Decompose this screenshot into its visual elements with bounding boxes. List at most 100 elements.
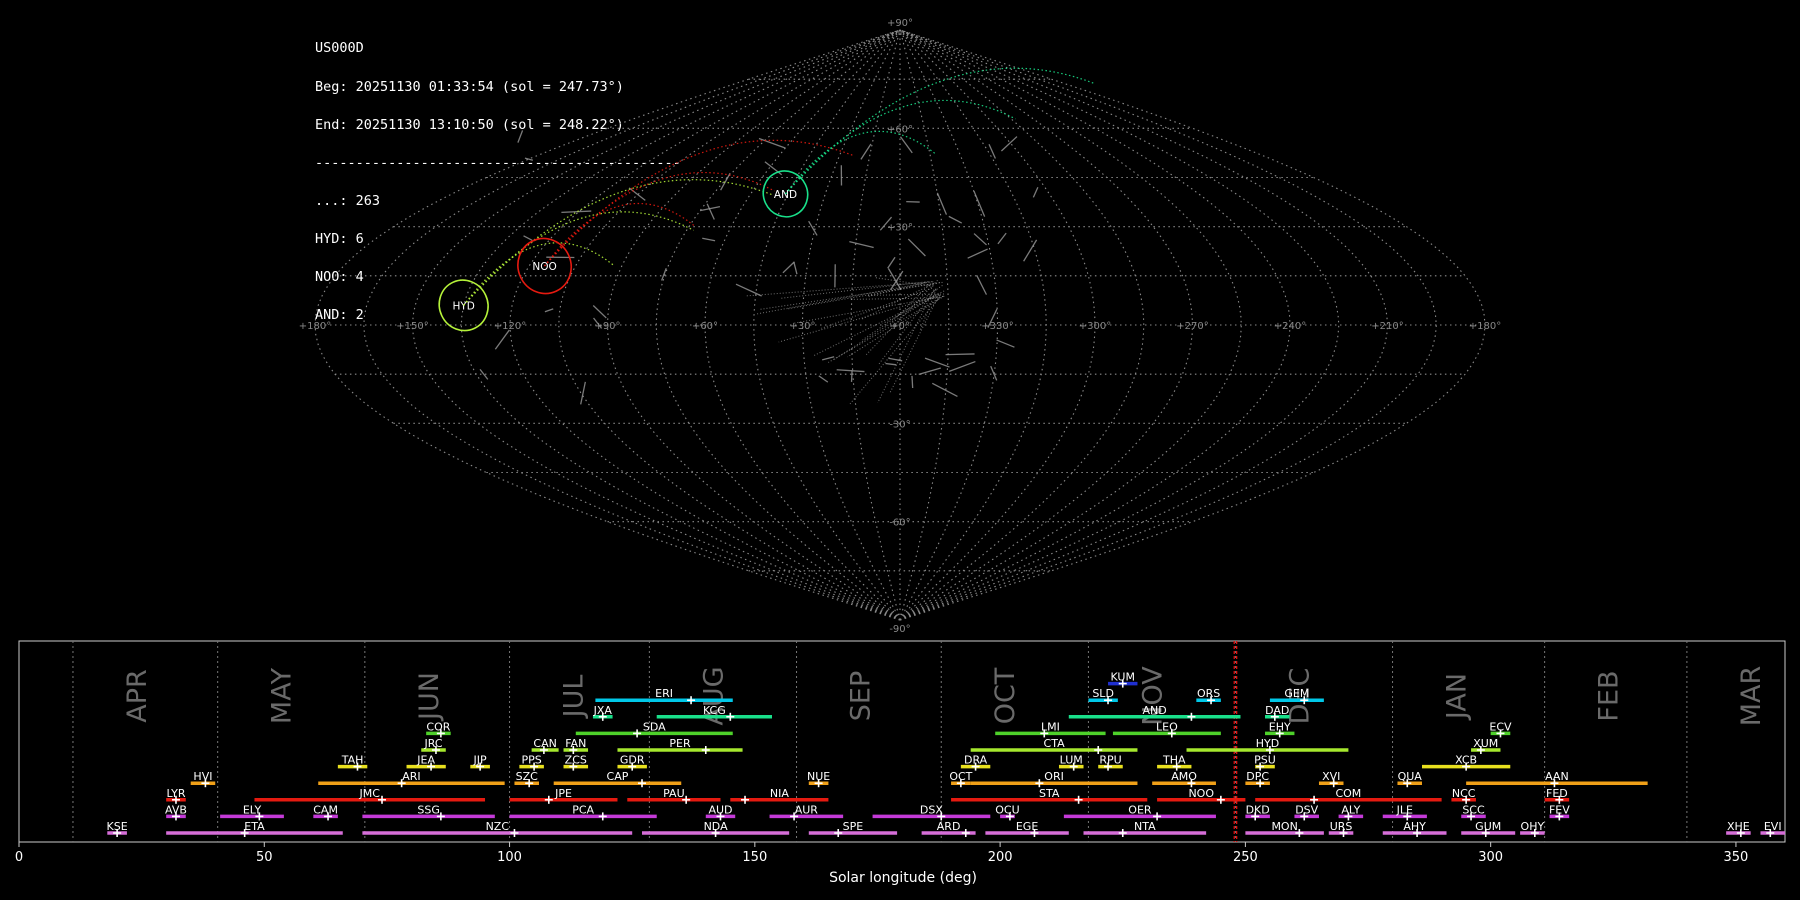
sporadic-meteor-streak xyxy=(945,353,975,356)
sporadic-meteor-streak xyxy=(821,356,835,361)
lon-tick-label: +90° xyxy=(594,321,620,332)
shower-code-label: ORI xyxy=(1044,770,1064,783)
x-axis-tick-label: 200 xyxy=(988,850,1013,865)
sporadic-meteor-streak xyxy=(860,143,872,160)
month-label: MAY xyxy=(267,667,298,724)
shower-code-label: CAP xyxy=(607,770,629,783)
month-markers: APR MAY JUN JUL AUG SEP OCT NOV DEC JAN FEB MAR xyxy=(72,641,1767,842)
sporadic-meteor-trail xyxy=(828,295,944,363)
sporadic-meteor-streak xyxy=(931,382,958,397)
shower-code-label: AUD xyxy=(708,803,732,816)
lon-tick-label: +150° xyxy=(396,321,428,332)
sporadic-meteor-streak xyxy=(706,203,715,220)
shower-code-label: JPE xyxy=(554,787,572,800)
lon-tick-labels: +180° +150° +120° +90° +60° +30° +0° +330° +300°… xyxy=(299,321,1501,332)
shower-code-label: RPU xyxy=(1099,754,1121,767)
sporadic-meteor-streak xyxy=(907,238,926,257)
sporadic-meteor-streak xyxy=(702,237,716,242)
sporadic-meteor-streak xyxy=(1032,186,1039,198)
shower-code-label: PAU xyxy=(663,787,685,800)
shower-code-label: AAN xyxy=(1545,770,1569,783)
shower-code-label: CTA xyxy=(1044,737,1066,750)
shower-code-label: FAN xyxy=(565,737,586,750)
shower-code-label: AMO xyxy=(1171,770,1197,783)
shower-code-label: AHY xyxy=(1403,820,1426,833)
shower-code-label: JXA xyxy=(593,704,613,717)
shower-code-label: ZCS xyxy=(565,754,587,767)
lon-tick-label: +180° xyxy=(299,321,331,332)
lon-tick-label: +120° xyxy=(494,321,526,332)
lat-tick-label: -30° xyxy=(889,419,910,430)
shower-radiant-label: AND xyxy=(774,189,797,201)
shower-meteor-trail xyxy=(544,171,775,267)
sporadic-meteor-trail xyxy=(847,295,945,358)
x-axis-tick-label: 250 xyxy=(1233,850,1258,865)
sporadic-meteor-streak xyxy=(661,268,667,281)
month-label: JUN xyxy=(414,672,445,722)
shower-code-label: NIA xyxy=(770,787,789,800)
shower-code-label: PSU xyxy=(1254,754,1276,767)
shower-code-label: SPE xyxy=(843,820,864,833)
sporadic-meteor-streak xyxy=(887,268,902,290)
x-axis-tick-label: 100 xyxy=(497,850,522,865)
lon-tick-label: +240° xyxy=(1274,321,1306,332)
shower-code-label: CAM xyxy=(313,803,338,816)
shower-code-label: JEA xyxy=(416,754,435,767)
sporadic-meteor-streak xyxy=(967,248,988,259)
month-label: FEB xyxy=(1594,670,1625,721)
shower-code-label: NTA xyxy=(1134,820,1156,833)
shower-code-label: DRA xyxy=(964,754,988,767)
shower-code-label: COR xyxy=(426,720,450,733)
sporadic-meteor-streak xyxy=(808,220,818,236)
shower-code-label: TAH xyxy=(341,754,364,767)
shower-code-label: DAD xyxy=(1265,704,1289,717)
shower-code-label: JJP xyxy=(473,754,487,767)
sporadic-meteor-streak xyxy=(890,270,904,290)
sporadic-meteor-streak xyxy=(850,370,853,382)
sporadic-meteor-trail xyxy=(849,297,940,405)
lat-tick-label: +60° xyxy=(887,124,913,135)
sporadic-meteor-streak xyxy=(899,136,913,154)
shower-code-label: XVI xyxy=(1322,770,1340,783)
lat-tick-label: +90° xyxy=(887,18,913,29)
month-label: OCT xyxy=(990,667,1021,724)
shower-bars: KUM ERI SLD ORS GEM JXA KCG AND DAD COR SDA LMI LEO E… xyxy=(107,671,1785,837)
shower-code-label: LUM xyxy=(1060,754,1083,767)
shower-code-label: COM xyxy=(1335,787,1361,800)
sporadic-meteor-streak xyxy=(918,367,941,376)
shower-code-label: GEM xyxy=(1284,687,1309,700)
shower-code-label: HYD xyxy=(1256,737,1279,750)
shower-code-label: DPC xyxy=(1246,770,1269,783)
shower-meteor-trail xyxy=(784,130,936,195)
x-axis-tick-label: 150 xyxy=(742,850,767,865)
shower-code-label: SDA xyxy=(643,720,666,733)
sporadic-meteor-streak xyxy=(628,187,646,201)
shower-code-label: OER xyxy=(1128,803,1152,816)
shower-code-label: KSE xyxy=(107,820,128,833)
x-axis: 0 50 100 150 200 250 300 350 Solar longitude (de… xyxy=(15,842,1748,886)
lon-tick-label: +210° xyxy=(1371,321,1403,332)
sporadic-meteor-streak xyxy=(764,161,783,176)
sporadic-meteor-streak xyxy=(936,192,948,215)
shower-code-label: ORS xyxy=(1197,687,1220,700)
sporadic-meteor-streak xyxy=(836,369,865,373)
sporadic-meteor-streak xyxy=(720,172,731,191)
shower-code-label: ELY xyxy=(243,803,262,816)
lat-tick-label: -60° xyxy=(889,518,910,529)
x-axis-tick-label: 50 xyxy=(256,850,273,865)
shower-code-label: EVI xyxy=(1764,820,1782,833)
shower-meteor-trail xyxy=(785,67,1096,195)
lat-tick-label: +30° xyxy=(887,223,913,234)
shower-code-label: DSX xyxy=(920,803,943,816)
shower-code-label: PPS xyxy=(522,754,542,767)
shower-code-label: JMC xyxy=(359,787,381,800)
month-label: NOV xyxy=(1137,666,1168,726)
shower-code-label: DSV xyxy=(1295,803,1318,816)
month-label: APR xyxy=(122,669,153,723)
shower-code-label: ETA xyxy=(244,820,265,833)
shower-code-label: SSG xyxy=(417,803,440,816)
shower-code-label: JRC xyxy=(424,737,443,750)
lon-tick-label: +270° xyxy=(1176,321,1208,332)
month-label: SEP xyxy=(846,671,877,721)
shower-code-label: OCU xyxy=(995,803,1019,816)
